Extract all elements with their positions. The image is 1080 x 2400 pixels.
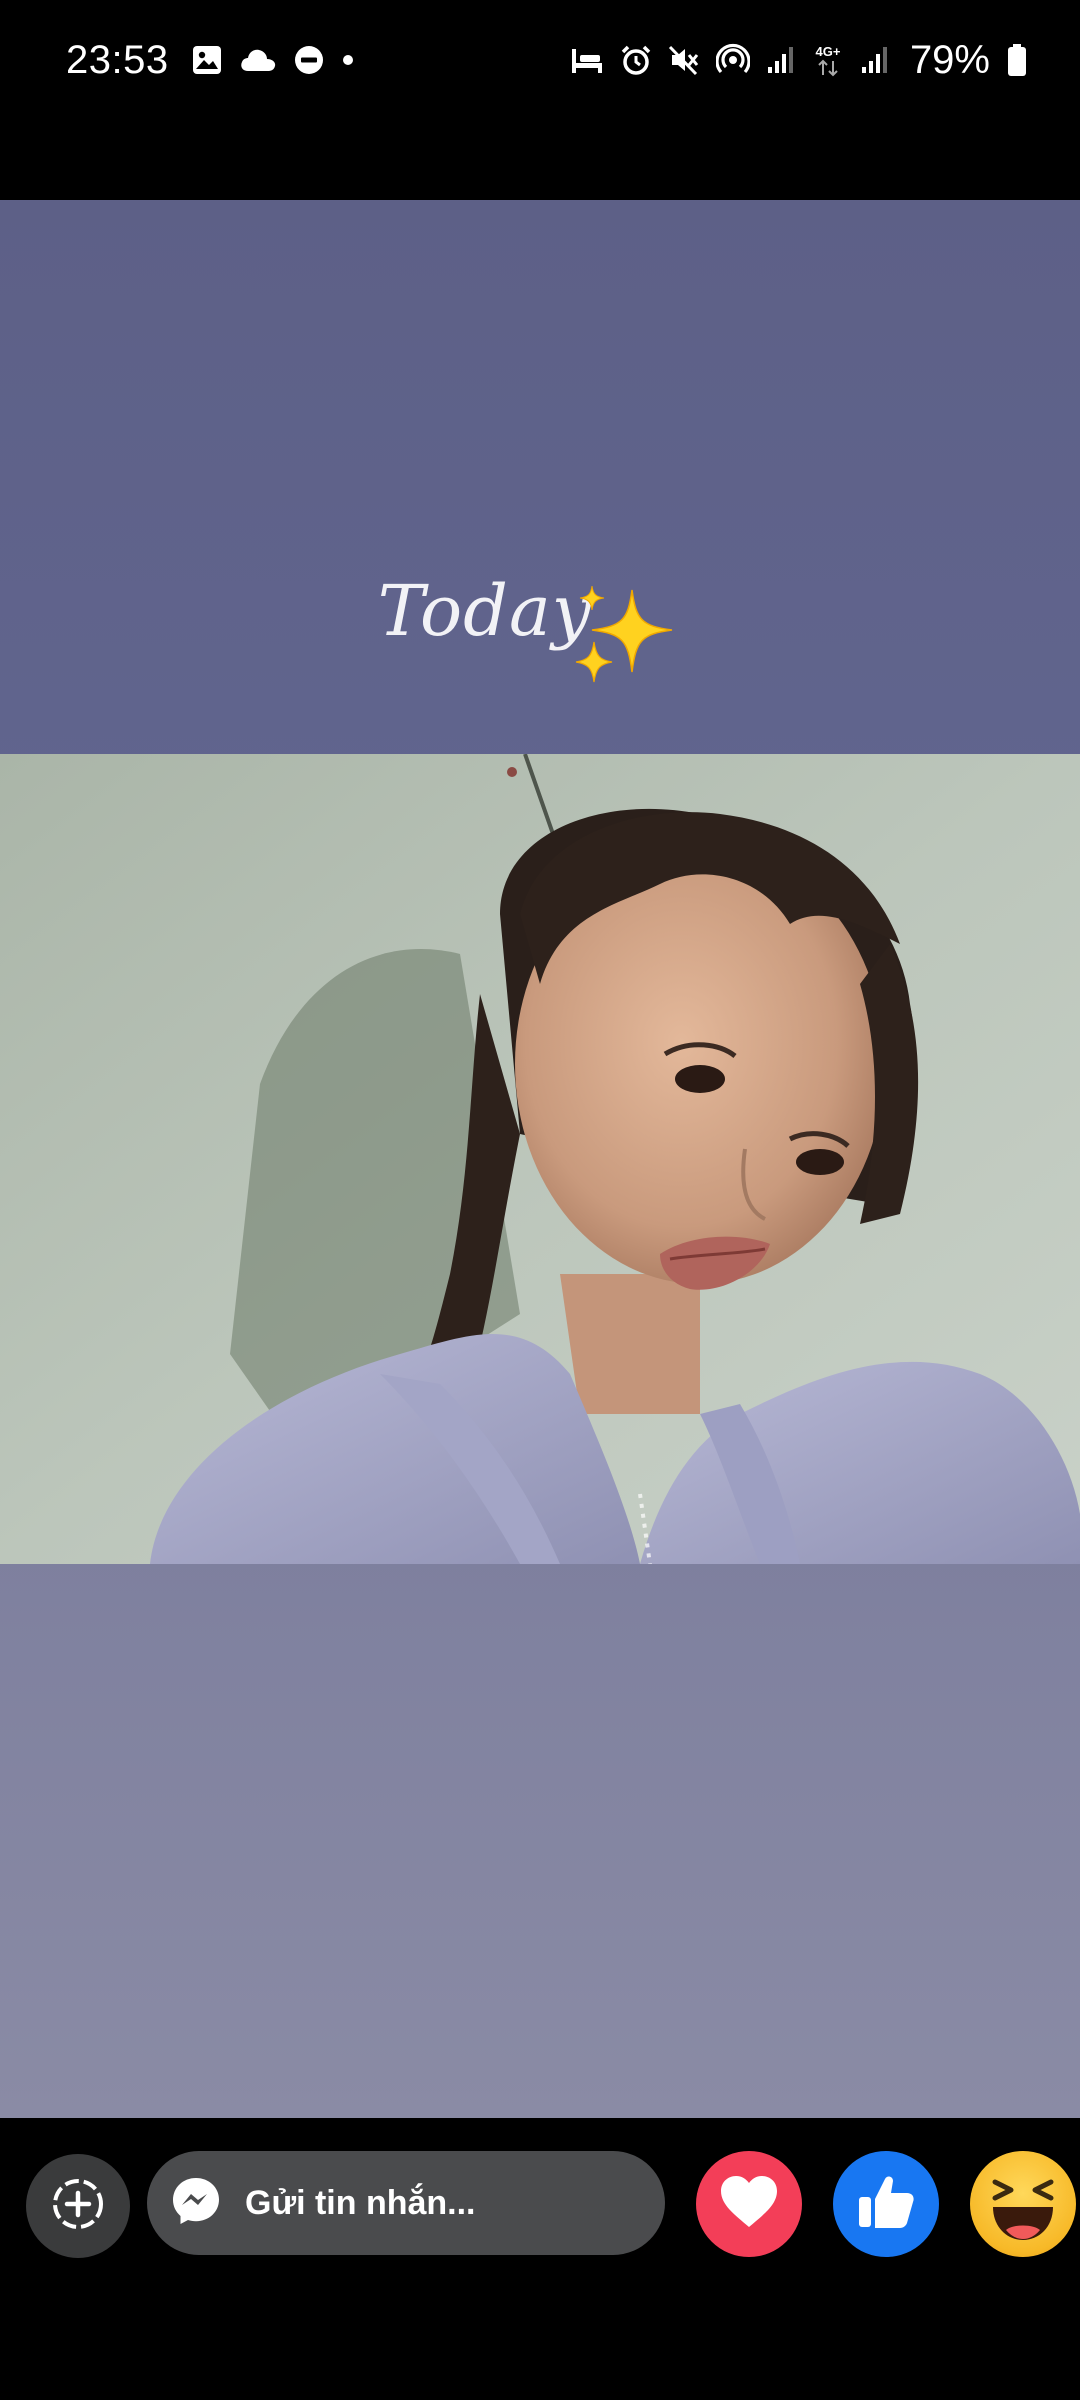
add-reply-icon: [50, 2176, 106, 2237]
sleep-mode-icon: [570, 45, 604, 75]
message-placeholder: Gửi tin nhắn...: [245, 2183, 476, 2222]
thumbs-up-icon: [855, 2171, 917, 2238]
status-bar-right: 4G+ 79%: [570, 38, 1028, 83]
status-time: 23:53: [66, 37, 169, 82]
do-not-disturb-icon: [293, 44, 325, 76]
battery-icon: [1006, 43, 1028, 77]
selfie-photo: [0, 754, 1080, 1564]
mute-icon: [668, 44, 700, 76]
network-type-icon: 4G+: [812, 43, 844, 77]
heart-icon: [717, 2173, 781, 2236]
status-bar: 23:53 4G+ 79%: [0, 0, 1080, 120]
cloud-icon: [239, 47, 277, 73]
story-caption-text: Today: [0, 570, 1080, 652]
signal-icon: [766, 45, 796, 75]
laughing-face-icon: [973, 2152, 1073, 2257]
like-reaction-button[interactable]: [833, 2151, 939, 2257]
gallery-icon: [191, 44, 223, 76]
status-bar-left: 23:53: [66, 38, 355, 83]
battery-percent: 79%: [909, 37, 990, 82]
message-input[interactable]: Gửi tin nhắn...: [147, 2151, 665, 2255]
story-viewer-screen: 23:53 4G+ 79% Today Gửi tin nhắn...: [0, 0, 1080, 2400]
sparkles-icon: [570, 580, 680, 695]
messenger-icon: [169, 2174, 223, 2233]
dot-icon: [341, 53, 355, 67]
signal-icon: [860, 45, 890, 75]
story-caption: Today: [377, 570, 593, 652]
alarm-icon: [620, 44, 652, 76]
story-content[interactable]: Today: [0, 200, 1080, 2118]
haha-reaction-button[interactable]: [970, 2151, 1076, 2257]
add-reply-button[interactable]: [26, 2154, 130, 2258]
network-type-label: 4G+: [815, 44, 840, 59]
reply-bar: Gửi tin nhắn...: [0, 2118, 1080, 2400]
hotspot-icon: [715, 43, 750, 77]
love-reaction-button[interactable]: [696, 2151, 802, 2257]
